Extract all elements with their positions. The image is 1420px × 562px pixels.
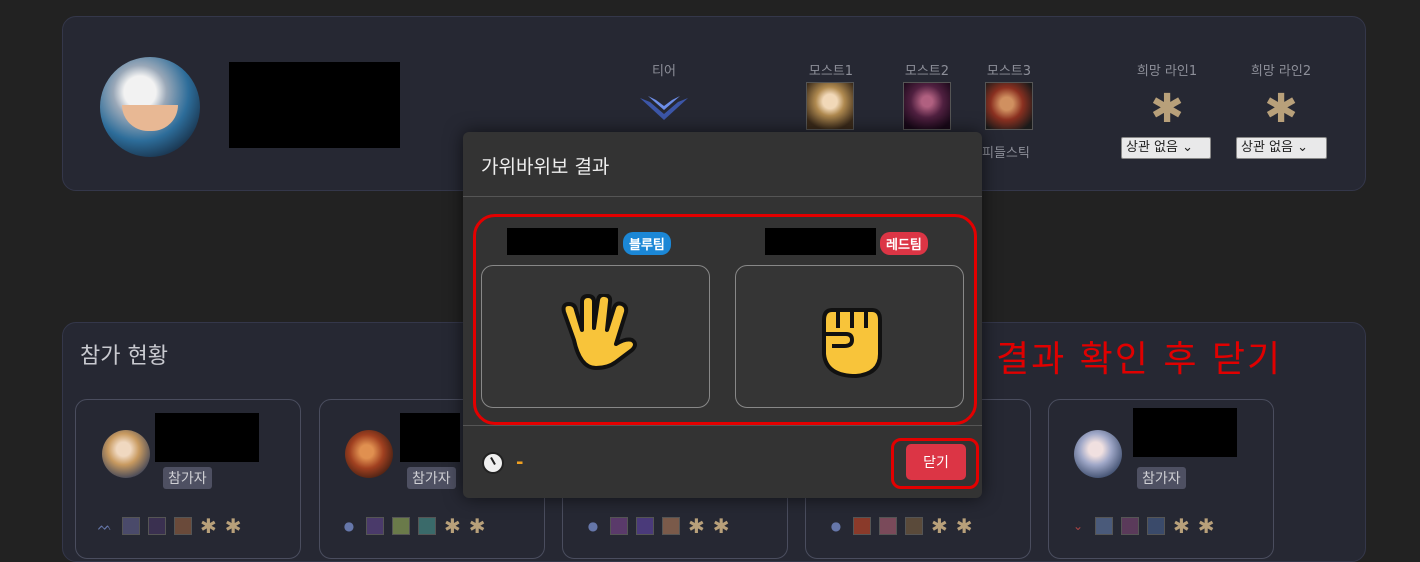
participant-avatar xyxy=(345,430,393,478)
profile-avatar xyxy=(100,57,200,157)
champion-icon xyxy=(1095,517,1113,535)
champion-icon xyxy=(392,517,410,535)
participant-avatar xyxy=(102,430,150,478)
diamond-wings-icon xyxy=(640,96,688,120)
champion-icon xyxy=(853,517,871,535)
participant-stats-row: ● ✱ ✱ xyxy=(827,514,973,538)
line-any-icon: ✱ xyxy=(955,514,973,538)
line2-any-icon: ✱ xyxy=(1264,86,1298,132)
line-any-icon: ✱ xyxy=(468,514,486,538)
participant-role-badge: 참가자 xyxy=(407,467,456,489)
champion-icon xyxy=(366,517,384,535)
chevron-down-icon: ⌄ xyxy=(1182,140,1194,155)
tier-icon: ● xyxy=(587,519,599,533)
line1-any-icon: ✱ xyxy=(1150,86,1184,132)
blue-team-badge: 블루팀 xyxy=(623,232,671,255)
redacted-participant-name xyxy=(1133,408,1237,457)
redacted-blue-player xyxy=(507,228,618,255)
participant-role-badge: 참가자 xyxy=(163,467,212,489)
red-team-badge: 레드팀 xyxy=(880,232,928,255)
red-hand-box xyxy=(735,265,964,408)
participant-stats-row: ● ✱ ✱ xyxy=(340,514,486,538)
rock-fist-icon xyxy=(822,308,882,378)
line1-select-value: 상관 없음 xyxy=(1126,140,1178,155)
redacted-participant-name xyxy=(155,413,259,462)
champion-icon xyxy=(174,517,192,535)
paper-hand-icon xyxy=(561,294,637,370)
line-any-icon: ✱ xyxy=(444,514,461,538)
champion-icon xyxy=(1147,517,1165,535)
line-any-icon: ✱ xyxy=(931,514,948,538)
redacted-username xyxy=(229,62,400,148)
timer-value: - xyxy=(516,452,524,473)
most3-champion-name: 피들스틱 xyxy=(982,146,1030,161)
champion-icon xyxy=(879,517,897,535)
modal-header: 가위바위보 결과 xyxy=(463,132,982,197)
champion-icon xyxy=(636,517,654,535)
line2-select-value: 상관 없음 xyxy=(1241,140,1293,155)
participant-stats-row: ᨓ ✱ ✱ xyxy=(96,514,242,538)
champion-icon xyxy=(905,517,923,535)
tier-icon: ● xyxy=(343,519,355,533)
line-any-icon: ✱ xyxy=(200,514,217,538)
tier-icon: ᨓ xyxy=(97,518,113,533)
line-any-icon: ✱ xyxy=(224,514,242,538)
participation-title: 참가 현황 xyxy=(80,344,168,369)
line-any-icon: ✱ xyxy=(1173,514,1190,538)
tier-icon: ⌄ xyxy=(1072,519,1084,533)
line-any-icon: ✱ xyxy=(688,514,705,538)
line2-select[interactable]: 상관 없음 ⌄ xyxy=(1236,137,1327,159)
champion-icon xyxy=(1121,517,1139,535)
most1-champion-icon xyxy=(806,82,854,130)
champion-icon xyxy=(122,517,140,535)
participant-stats-row: ⌄ ✱ ✱ xyxy=(1069,514,1215,538)
champion-icon xyxy=(418,517,436,535)
most2-champion-icon xyxy=(903,82,951,130)
chevron-down-icon: ⌄ xyxy=(1297,140,1309,155)
annotation-text: 결과 확인 후 닫기 xyxy=(996,339,1283,380)
participant-stats-row: ● ✱ ✱ xyxy=(584,514,730,538)
line1-header: 희망 라인1 xyxy=(1136,64,1198,79)
participant-avatar xyxy=(1074,430,1122,478)
champion-icon xyxy=(662,517,680,535)
line1-select[interactable]: 상관 없음 ⌄ xyxy=(1121,137,1211,159)
line2-header: 희망 라인2 xyxy=(1250,64,1312,79)
tier-header: 티어 xyxy=(652,64,676,79)
line-any-icon: ✱ xyxy=(712,514,730,538)
champion-icon xyxy=(610,517,628,535)
champion-icon xyxy=(148,517,166,535)
redacted-red-player xyxy=(765,228,876,255)
modal-title: 가위바위보 결과 xyxy=(481,156,610,178)
most1-header: 모스트1 xyxy=(808,64,854,79)
blue-hand-box xyxy=(481,265,710,408)
most3-champion-icon xyxy=(985,82,1033,130)
most2-header: 모스트2 xyxy=(904,64,950,79)
participant-role-badge: 참가자 xyxy=(1137,467,1186,489)
most3-header: 모스트3 xyxy=(986,64,1032,79)
redacted-participant-name xyxy=(400,413,460,462)
tier-icon: ● xyxy=(830,519,842,533)
line-any-icon: ✱ xyxy=(1197,514,1215,538)
timer-icon xyxy=(482,452,504,474)
close-button[interactable]: 닫기 xyxy=(906,444,966,480)
